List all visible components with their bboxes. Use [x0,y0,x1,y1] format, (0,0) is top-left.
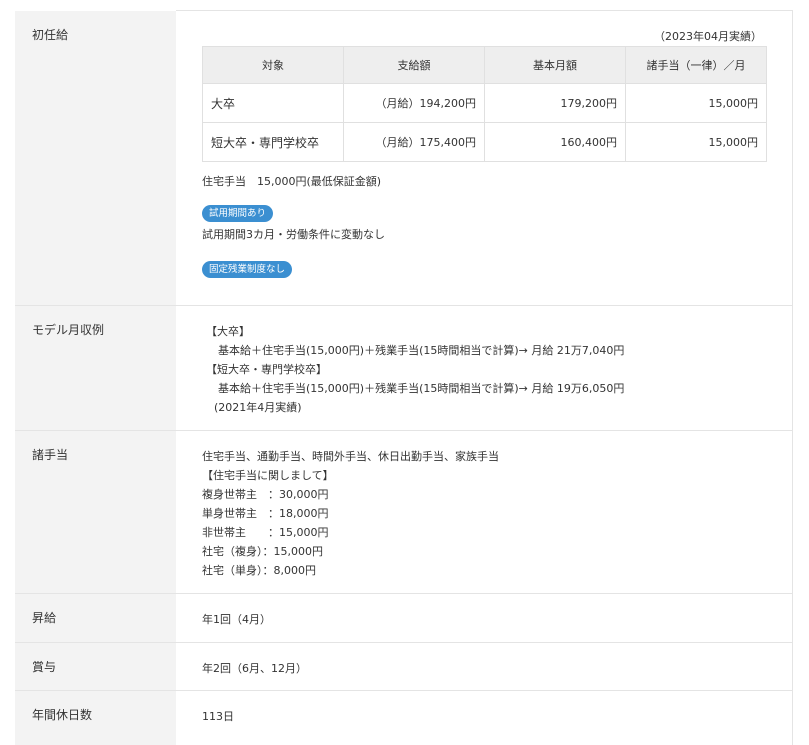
cell-base: 160,400円 [484,122,626,162]
table-row: 短大卒・専門学校卒 （月給）175,400円 160,400円 15,000円 [202,122,767,162]
salary-table-header: 対象 支給額 基本月額 諸手当（一律）／月 [202,46,767,84]
allowance-line: 単身世帯主 ：18,000円 [202,507,329,520]
housing-note: 住宅手当 15,000円(最低保証金額) [202,175,382,188]
cell-pay: （月給）175,400円 [343,122,485,162]
row-allowances: 諸手当 住宅手当、通勤手当、時間外手当、休日出勤手当、家族手当 【住宅手当に関し… [15,430,793,594]
cell-target: 大卒 [202,83,344,123]
content-allowances: 住宅手当、通勤手当、時間外手当、休日出勤手当、家族手当 【住宅手当に関しまして】… [176,430,793,594]
allowance-line: 複身世帯主 ：30,000円 [202,488,329,501]
content-raise: 年1回（4月） [176,593,793,643]
cell-allowance: 15,000円 [625,83,767,123]
cell-pay: （月給）194,200円 [343,83,485,123]
col-header: 対象 [202,46,344,84]
label-raise: 昇給 [15,593,176,643]
model-line: 基本給＋住宅手当(15,000円)＋残業手当(15時間相当で計算)→ 月給 21… [218,344,625,357]
fixed-overtime-badge: 固定残業制度なし [202,261,293,278]
label-holidays: 年間休日数 [15,690,176,740]
label-starting-salary: 初任給 [15,10,176,306]
row-holidays: 年間休日数 113日 [15,690,793,740]
raise-value: 年1回（4月） [202,613,271,626]
allowance-line: 非世帯主 ：15,000円 [202,526,329,539]
allowance-line: 社宅（複身）：15,000円 [202,545,323,558]
recruitment-detail: 初任給 （2023年04月実績） 対象 支給額 基本月額 諸手当（一律）／月 大… [0,0,809,745]
col-header: 基本月額 [484,46,626,84]
content-model-income: 【大卒】 基本給＋住宅手当(15,000円)＋残業手当(15時間相当で計算)→ … [176,305,793,431]
row-model-income: モデル月収例 【大卒】 基本給＋住宅手当(15,000円)＋残業手当(15時間相… [15,305,793,431]
label-bonus: 賞与 [15,642,176,691]
recruitment-info-table: 初任給 （2023年04月実績） 対象 支給額 基本月額 諸手当（一律）／月 大… [15,10,793,740]
cell-target: 短大卒・専門学校卒 [202,122,344,162]
next-row-content-cell [176,739,793,745]
next-row-partial [15,739,793,745]
model-line: 【大卒】 [206,325,250,338]
content-starting-salary: （2023年04月実績） 対象 支給額 基本月額 諸手当（一律）／月 大卒 （月… [176,10,793,306]
record-note: （2023年04月実績） [654,30,762,43]
allowance-line: 【住宅手当に関しまして】 [202,469,334,482]
model-line: (2021年4月実績) [214,401,302,414]
row-raise: 昇給 年1回（4月） [15,593,793,643]
row-starting-salary: 初任給 （2023年04月実績） 対象 支給額 基本月額 諸手当（一律）／月 大… [15,10,793,306]
label-model-income: モデル月収例 [15,305,176,431]
row-bonus: 賞与 年2回（6月、12月） [15,642,793,691]
cell-base: 179,200円 [484,83,626,123]
label-allowances: 諸手当 [15,430,176,594]
salary-table: 対象 支給額 基本月額 諸手当（一律）／月 大卒 （月給）194,200円 17… [202,46,767,162]
model-line: 基本給＋住宅手当(15,000円)＋残業手当(15時間相当で計算)→ 月給 19… [218,382,625,395]
cell-allowance: 15,000円 [625,122,767,162]
content-holidays: 113日 [176,690,793,740]
content-bonus: 年2回（6月、12月） [176,642,793,691]
trial-period-text: 試用期間3カ月・労働条件に変動なし [202,228,385,241]
next-row-label-cell [15,739,176,745]
allowance-line: 社宅（単身）：8,000円 [202,564,316,577]
col-header: 諸手当（一律）／月 [625,46,767,84]
model-line: 【短大卒・専門学校卒】 [206,363,327,376]
bonus-value: 年2回（6月、12月） [202,662,307,675]
trial-period-badge: 試用期間あり [202,205,274,222]
allowance-line: 住宅手当、通勤手当、時間外手当、休日出勤手当、家族手当 [202,450,499,463]
col-header: 支給額 [343,46,485,84]
holidays-value: 113日 [202,710,234,723]
table-row: 大卒 （月給）194,200円 179,200円 15,000円 [202,83,767,123]
